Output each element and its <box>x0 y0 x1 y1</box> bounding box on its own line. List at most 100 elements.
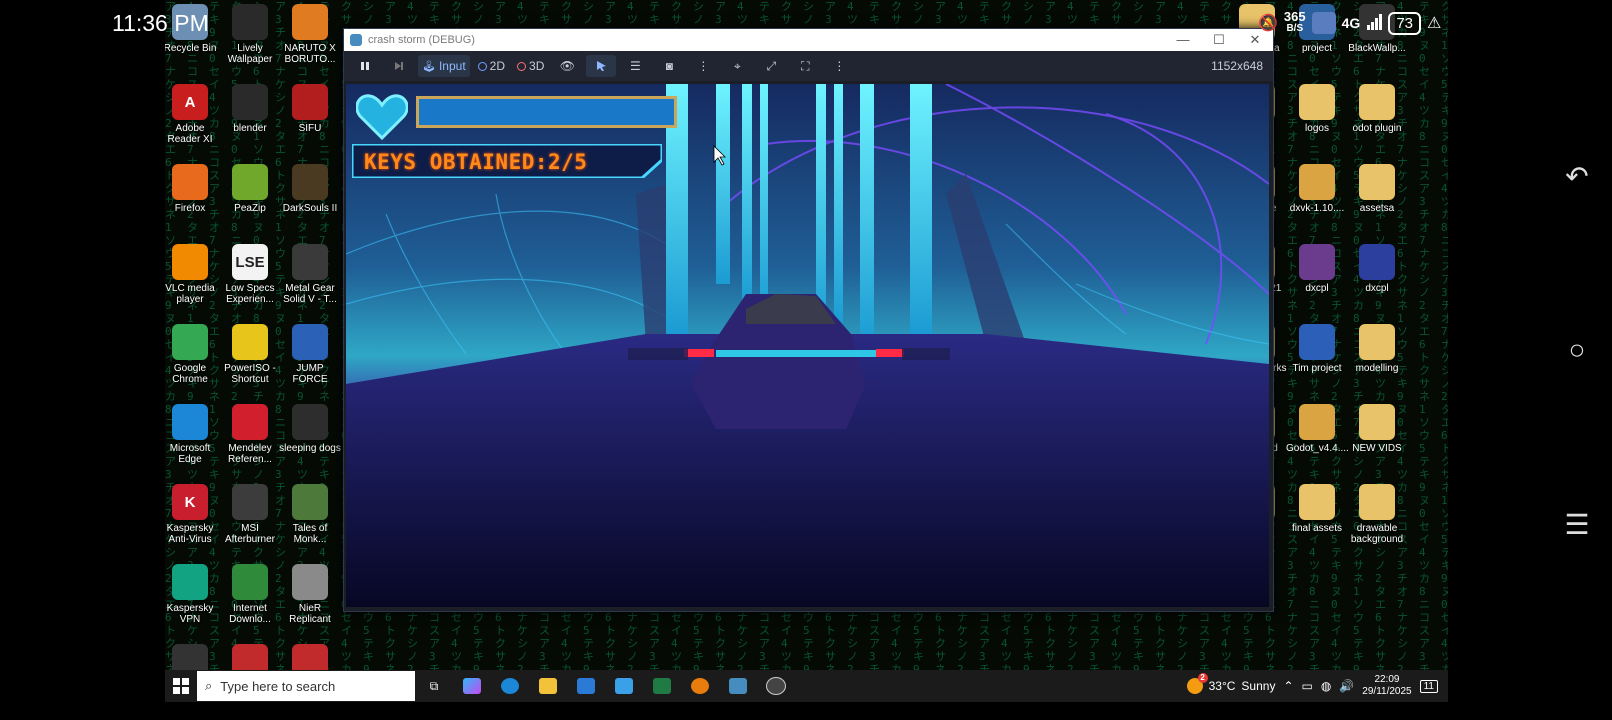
left-icon-22[interactable]: Internet Downlo... <box>219 564 281 625</box>
left-icon-12[interactable]: Google Chrome <box>165 324 221 385</box>
right-icon-16[interactable]: Godot_v4.4.... <box>1286 404 1349 454</box>
mode-2d-button[interactable]: 2D <box>474 55 509 77</box>
left-icon-21[interactable]: Kaspersky VPN <box>165 564 221 625</box>
app-icon <box>292 244 328 280</box>
left-icon-9[interactable]: VLC media player <box>165 244 221 305</box>
phone-status: 🔕 365 B/S 4G 73 ⚠ <box>1258 8 1441 38</box>
list-button[interactable]: ☰ <box>620 55 650 77</box>
app-icon <box>292 324 328 360</box>
notifications-button[interactable]: 11 <box>1419 679 1438 693</box>
minimize-button[interactable]: — <box>1165 32 1201 48</box>
icon-label: MSI Afterburner <box>224 523 276 545</box>
left-icon-16[interactable]: Mendeley Referen... <box>219 404 281 465</box>
window-titlebar[interactable]: crash storm (DEBUG) — ☐ ✕ <box>344 29 1273 51</box>
right-icon-19[interactable]: final assets <box>1286 484 1348 534</box>
app-icon <box>1359 84 1395 120</box>
left-icon-1[interactable]: Lively Wallpaper <box>219 4 281 65</box>
left-icon-20[interactable]: Tales of Monk... <box>279 484 341 545</box>
game-viewport[interactable]: KEYS OBTAINED:2/5 <box>346 84 1269 607</box>
network-icon[interactable]: ▭ <box>1302 679 1313 693</box>
mode-3d-button[interactable]: 3D <box>513 55 548 77</box>
right-icon-14[interactable]: modelling <box>1346 324 1408 374</box>
visibility-button[interactable]: 👁 <box>552 55 582 77</box>
input-mode-button[interactable]: 🕹 Input <box>418 55 470 77</box>
more-options-button[interactable]: ⋮ <box>688 55 718 77</box>
left-icon-19[interactable]: MSI Afterburner <box>219 484 281 545</box>
left-icon-3[interactable]: A Adobe Reader XI <box>165 84 221 145</box>
left-icon-15[interactable]: Microsoft Edge <box>165 404 221 465</box>
godot-button[interactable] <box>719 670 757 702</box>
weather-widget[interactable]: 2 33°C Sunny <box>1186 673 1275 694</box>
left-icon-18[interactable]: K Kaspersky Anti-Virus <box>165 484 221 545</box>
camera-button[interactable]: ◙ <box>654 55 684 77</box>
icon-label: Kaspersky Anti-Virus <box>166 523 214 545</box>
left-icon-2[interactable]: NARUTO X BORUTO... <box>279 4 341 65</box>
app-icon <box>1299 84 1335 120</box>
app-icon <box>292 564 328 600</box>
game-window[interactable]: crash storm (DEBUG) — ☐ ✕ 🕹 Input 2D 3D … <box>343 28 1274 612</box>
search-placeholder: Type here to search <box>220 678 336 694</box>
task-view-button[interactable]: ⧉ <box>415 670 453 702</box>
right-icon-17[interactable]: NEW VIDS <box>1346 404 1408 454</box>
taskbar-search-box[interactable]: ⌕ Type here to search <box>197 671 415 701</box>
blender-button[interactable] <box>681 670 719 702</box>
icon-label: dxvk-1.10.... <box>1289 203 1345 214</box>
kebab-icon: ⋮ <box>697 59 710 73</box>
mute-icon: 🔕 <box>1258 15 1278 32</box>
back-button[interactable]: ↶ <box>1560 160 1594 194</box>
left-icon-4[interactable]: blender <box>219 84 281 134</box>
next-frame-button[interactable] <box>384 55 414 77</box>
left-icon-6[interactable]: Firefox <box>165 164 221 214</box>
home-button[interactable]: ○ <box>1560 333 1594 367</box>
fit-button[interactable]: ⤢ <box>756 55 786 77</box>
left-icon-14[interactable]: JUMP FORCE <box>279 324 341 385</box>
left-icon-11[interactable]: Metal Gear Solid V - T... <box>279 244 341 305</box>
debug-toolbar: 🕹 Input 2D 3D 👁 ☰ ◙ ⋮ ⌖ ⤢ ⛶ ⋮ 1152x648 <box>344 51 1273 81</box>
left-icon-13[interactable]: PowerISO - Shortcut <box>219 324 281 385</box>
start-button[interactable] <box>165 670 197 702</box>
left-icon-7[interactable]: PeaZip <box>219 164 281 214</box>
pause-button[interactable] <box>350 55 380 77</box>
obs-button[interactable] <box>757 670 795 702</box>
left-icon-8[interactable]: DarkSouls II <box>279 164 341 214</box>
icon-label: NieR Replicant <box>289 603 331 625</box>
right-icon-8[interactable]: assetsa <box>1346 164 1408 214</box>
list-icon: ☰ <box>629 59 641 73</box>
right-icon-11[interactable]: dxcpl <box>1346 244 1408 294</box>
store-button[interactable] <box>605 670 643 702</box>
right-icon-7[interactable]: dxvk-1.10.... <box>1286 164 1348 214</box>
select-button[interactable] <box>586 55 617 77</box>
chevron-up-icon[interactable]: ⌃ <box>1283 679 1293 693</box>
more-options-button-2[interactable]: ⋮ <box>824 55 854 77</box>
right-icon-10[interactable]: dxcpl <box>1286 244 1348 294</box>
focus-button[interactable]: ⌖ <box>722 55 752 77</box>
copilot-button[interactable] <box>453 670 491 702</box>
left-icon-17[interactable]: sleeping dogs <box>279 404 341 454</box>
icon-label: NARUTO X BORUTO... <box>284 43 336 65</box>
icon-label: blender <box>233 123 267 134</box>
taskbar-clock[interactable]: 22:09 29/11/2025 <box>1362 674 1411 698</box>
radio-2d-icon <box>477 61 487 71</box>
icon-label: Metal Gear Solid V - T... <box>283 283 337 305</box>
window-title: crash storm (DEBUG) <box>368 34 475 46</box>
right-icon-5[interactable]: odot plugin <box>1346 84 1408 134</box>
icon-label: final assets <box>1291 523 1343 534</box>
app-icon <box>292 84 328 120</box>
maximize-button[interactable]: ☐ <box>1201 32 1237 48</box>
right-icon-20[interactable]: drawable background <box>1346 484 1408 545</box>
mail-button[interactable] <box>567 670 605 702</box>
menu-button[interactable]: ☰ <box>1560 508 1594 542</box>
volume-icon[interactable]: 🔊 <box>1339 679 1354 693</box>
file-explorer-button[interactable] <box>529 670 567 702</box>
right-icon-13[interactable]: Tim project <box>1286 324 1348 374</box>
left-icon-5[interactable]: SIFU <box>279 84 341 134</box>
right-icon-4[interactable]: logos <box>1286 84 1348 134</box>
globe-icon[interactable]: ◍ <box>1321 679 1331 693</box>
excel-button[interactable] <box>643 670 681 702</box>
edge-button[interactable] <box>491 670 529 702</box>
icon-label: VLC media player <box>165 283 215 305</box>
left-icon-23[interactable]: NieR Replicant <box>279 564 341 625</box>
left-icon-10[interactable]: LSE Low Specs Experien... <box>219 244 281 305</box>
fullscreen-button[interactable]: ⛶ <box>790 55 820 77</box>
godot-icon <box>350 34 362 46</box>
